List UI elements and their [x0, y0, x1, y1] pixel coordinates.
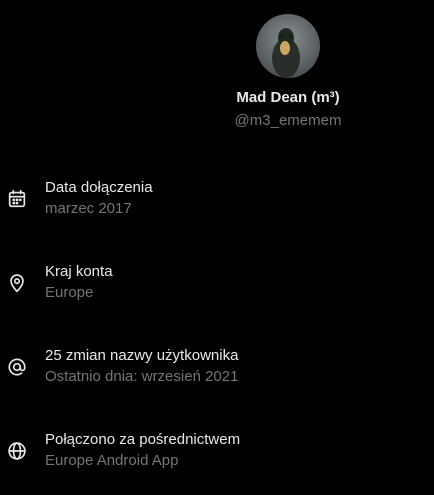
info-title: Data dołączenia [45, 179, 153, 196]
info-row-connected-via: Połączono za pośrednictwem Europe Androi… [0, 430, 434, 474]
profile-header: Mad Dean (m³) @m3_ememem [160, 14, 416, 131]
globe-icon [6, 440, 28, 462]
info-row-country: Kraj konta Europe [0, 262, 434, 306]
info-title: Połączono za pośrednictwem [45, 431, 241, 448]
info-row-username-changes: 25 zmian nazwy użytkownika Ostatnio dnia… [0, 346, 434, 390]
info-subtitle: marzec 2017 [45, 200, 132, 217]
info-title: Kraj konta [45, 263, 113, 280]
calendar-icon [6, 188, 28, 210]
info-subtitle: Europe [45, 284, 94, 301]
info-subtitle: Ostatnio dnia: wrzesień 2021 [45, 368, 239, 385]
at-sign-icon [6, 356, 28, 378]
info-row-joined: Data dołączenia marzec 2017 [0, 178, 434, 222]
info-subtitle: Europe Android App [45, 452, 179, 469]
display-name: Mad Dean (m³) [236, 89, 340, 106]
user-handle: @m3_ememem [234, 112, 342, 129]
location-pin-icon [6, 272, 28, 294]
info-title: 25 zmian nazwy użytkownika [45, 347, 239, 364]
avatar[interactable] [256, 14, 320, 78]
